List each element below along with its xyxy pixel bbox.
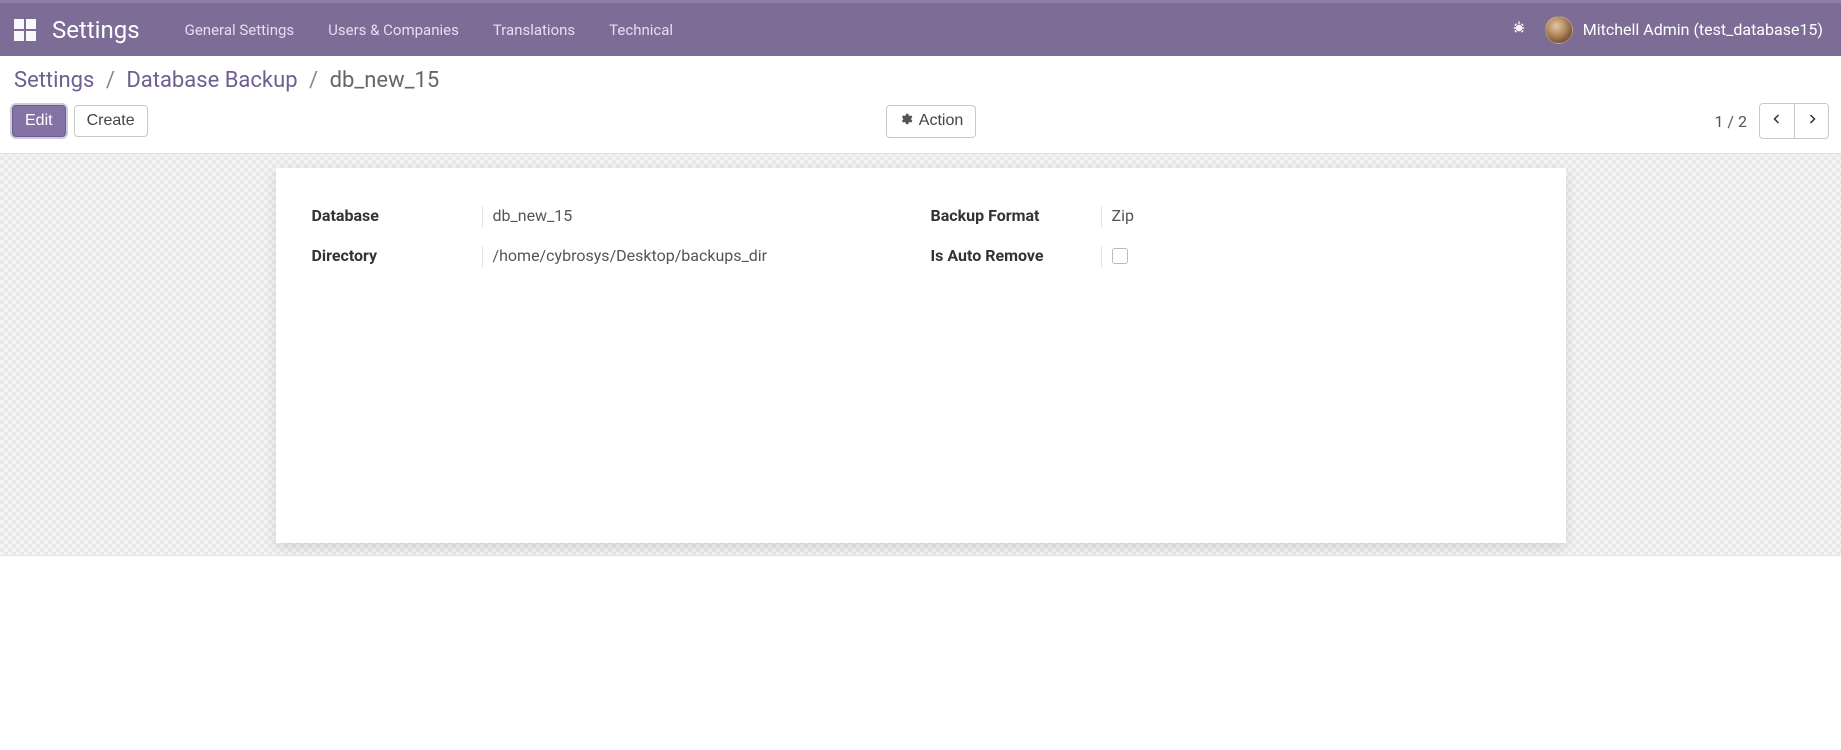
debug-icon[interactable] (1497, 20, 1541, 40)
backup-format-label: Backup Format (931, 206, 1101, 225)
nav-item-users-companies[interactable]: Users & Companies (313, 13, 474, 47)
action-button-label: Action (919, 112, 963, 130)
button-row: Edit Create Action 1 / 2 (12, 103, 1829, 139)
control-bar: Settings / Database Backup / db_new_15 E… (0, 56, 1841, 154)
auto-remove-value (1101, 246, 1530, 268)
create-button[interactable]: Create (74, 105, 148, 137)
auto-remove-label: Is Auto Remove (931, 246, 1101, 265)
breadcrumb-module[interactable]: Database Backup (126, 68, 297, 93)
gear-icon (899, 112, 913, 131)
breadcrumb-separator: / (106, 68, 115, 93)
pager-current: 1 (1714, 112, 1723, 131)
edit-button[interactable]: Edit (12, 105, 66, 137)
nav-item-general-settings[interactable]: General Settings (170, 13, 310, 47)
form-grid: Database db_new_15 Directory /home/cybro… (312, 206, 1530, 268)
pager-next-button[interactable] (1794, 104, 1828, 138)
breadcrumb: Settings / Database Backup / db_new_15 (12, 68, 1829, 93)
form-right-column: Backup Format Zip Is Auto Remove (931, 206, 1530, 268)
pager-total: 2 (1738, 112, 1747, 131)
bottom-panel (0, 555, 1841, 750)
chevron-right-icon (1806, 112, 1818, 130)
pager-buttons (1759, 103, 1829, 139)
pager-text: 1 / 2 (1714, 112, 1747, 131)
user-menu[interactable]: Mitchell Admin (test_database15) (1541, 16, 1827, 44)
auto-remove-checkbox[interactable] (1112, 248, 1128, 264)
apps-menu-icon[interactable] (14, 19, 36, 41)
pager-prev-button[interactable] (1760, 104, 1794, 138)
avatar (1545, 16, 1573, 44)
chevron-left-icon (1771, 112, 1783, 130)
top-nav: Settings General Settings Users & Compan… (0, 3, 1841, 56)
directory-value: /home/cybrosys/Desktop/backups_dir (482, 246, 911, 268)
form-left-column: Database db_new_15 Directory /home/cybro… (312, 206, 911, 268)
directory-label: Directory (312, 246, 482, 265)
breadcrumb-separator: / (309, 68, 318, 93)
top-nav-items: General Settings Users & Companies Trans… (170, 13, 688, 47)
user-name: Mitchell Admin (test_database15) (1583, 20, 1823, 39)
action-button[interactable]: Action (886, 105, 976, 138)
breadcrumb-current: db_new_15 (330, 68, 440, 93)
database-value: db_new_15 (482, 206, 911, 228)
content-wrap: Database db_new_15 Directory /home/cybro… (0, 154, 1841, 543)
app-title: Settings (52, 16, 140, 44)
backup-format-value: Zip (1101, 206, 1530, 228)
nav-item-technical[interactable]: Technical (594, 13, 688, 47)
nav-item-translations[interactable]: Translations (478, 13, 590, 47)
database-label: Database (312, 206, 482, 225)
breadcrumb-root[interactable]: Settings (14, 68, 94, 93)
form-card: Database db_new_15 Directory /home/cybro… (276, 168, 1566, 543)
pager: 1 / 2 (1714, 103, 1829, 139)
